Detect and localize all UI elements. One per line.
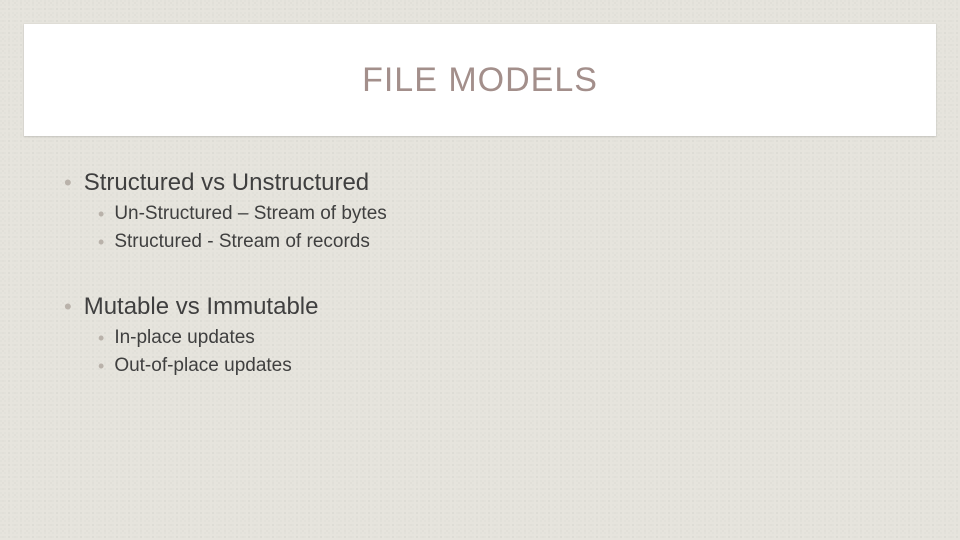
title-bar: FILE MODELS (24, 24, 936, 136)
bullet-icon: • (98, 354, 104, 378)
slide: FILE MODELS • Structured vs Unstructured… (0, 0, 960, 540)
list-item: • Mutable vs Immutable (64, 292, 912, 322)
list-item-label: Mutable vs Immutable (84, 292, 319, 322)
spacer (64, 254, 912, 282)
bullet-icon: • (64, 168, 72, 198)
slide-title: FILE MODELS (362, 61, 598, 100)
bullet-icon: • (98, 202, 104, 226)
list-item-label: Un-Structured – Stream of bytes (114, 202, 386, 226)
list-item-label: Out-of-place updates (114, 354, 291, 378)
list-item: • Out-of-place updates (98, 354, 912, 378)
bullet-icon: • (64, 292, 72, 322)
list-item-label: In-place updates (114, 326, 255, 350)
list-item: • Structured vs Unstructured (64, 168, 912, 198)
bullet-icon: • (98, 326, 104, 350)
list-item: • Un-Structured – Stream of bytes (98, 202, 912, 226)
list-item: • Structured - Stream of records (98, 230, 912, 254)
slide-content: • Structured vs Unstructured • Un-Struct… (64, 158, 912, 378)
list-item-label: Structured vs Unstructured (84, 168, 369, 198)
list-item: • In-place updates (98, 326, 912, 350)
bullet-icon: • (98, 230, 104, 254)
list-item-label: Structured - Stream of records (114, 230, 370, 254)
